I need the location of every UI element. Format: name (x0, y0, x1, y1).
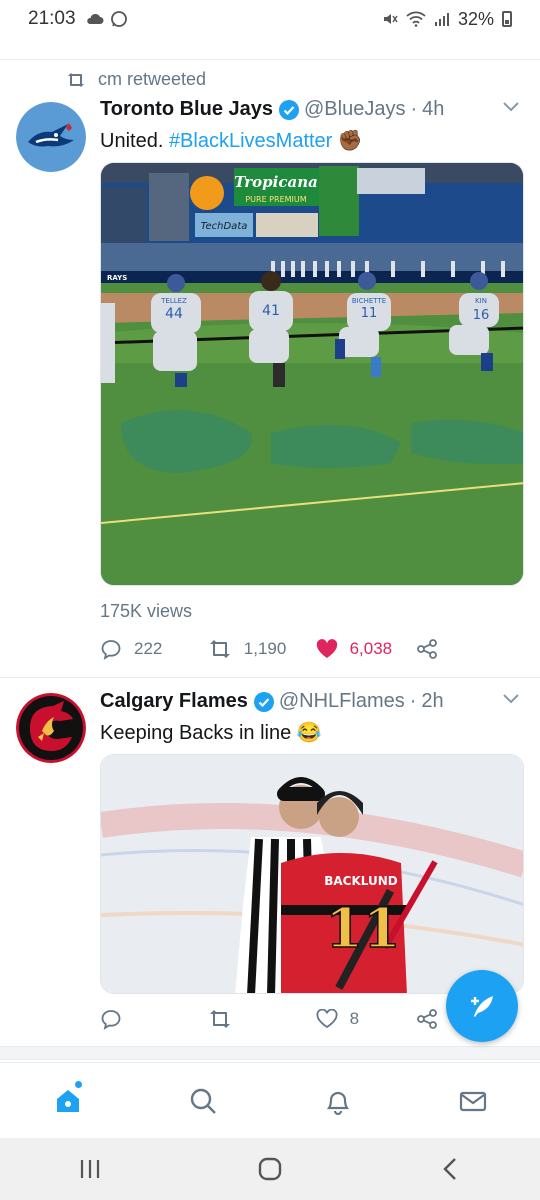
retweet-button[interactable] (208, 1009, 316, 1029)
retweet-icon (209, 1010, 230, 1028)
share-button[interactable] (416, 638, 524, 660)
jersey-number: 16 (473, 308, 490, 323)
chevron-down-icon[interactable] (502, 692, 520, 704)
avatar[interactable] (16, 693, 86, 763)
reply-icon (101, 1010, 121, 1030)
handle[interactable]: @BlueJays (304, 98, 405, 121)
emoji: 😂 (296, 722, 322, 744)
emoji: ✊🏾 (337, 130, 363, 152)
home-icon (56, 1089, 79, 1112)
handle[interactable]: @NHLFlames (279, 690, 405, 713)
system-home-icon (258, 1157, 282, 1181)
tweet-actions: 222 1,190 6,038 (100, 638, 524, 660)
reply-button[interactable] (100, 1008, 208, 1030)
new-tweets-dot (74, 1080, 82, 1088)
baseball-field-image: Tropicana PURE PREMIUM TechData RAYS 44 … (101, 163, 523, 585)
reply-button[interactable]: 222 (100, 638, 208, 660)
search-icon (190, 1088, 216, 1114)
retweet-label: cm retweeted (98, 69, 207, 89)
bottom-navigation (0, 1062, 540, 1138)
player-number-text: 11 (325, 896, 400, 960)
nav-notifications[interactable] (308, 1071, 368, 1131)
jersey-number: 44 (165, 306, 183, 322)
pure-premium-sign: PURE PREMIUM (245, 195, 306, 204)
battery-icon (502, 11, 512, 27)
status-bar: 21:03 32% (0, 0, 540, 38)
cloud-icon (86, 13, 104, 24)
verified-badge-icon (278, 99, 300, 121)
jersey-name: BICHETTE (352, 297, 386, 305)
previous-tweet-edge (0, 38, 540, 60)
system-home-button[interactable] (235, 1144, 305, 1194)
hockey-referee-image: BACKLUND 11 (101, 755, 523, 993)
chevron-down-icon[interactable] (502, 100, 520, 112)
tweet-media-image[interactable]: BACKLUND 11 (100, 754, 524, 994)
whatsapp-icon (110, 11, 127, 27)
like-count: 6,038 (349, 639, 393, 658)
hashtag-link[interactable]: #BlackLivesMatter (169, 130, 332, 152)
share-icon (417, 639, 438, 659)
verified-badge-icon (253, 691, 275, 713)
avatar[interactable] (16, 102, 86, 172)
system-navigation (0, 1138, 540, 1200)
separator-dot: · (410, 98, 418, 120)
tweet-header: Calgary Flames @NHLFlames · 2h (100, 690, 524, 713)
nav-search[interactable] (173, 1071, 233, 1131)
mute-icon (383, 14, 398, 24)
notifications-icon (326, 1091, 349, 1115)
tweet-text-main: United. (100, 130, 169, 152)
view-count: 175K views (100, 601, 193, 621)
like-button[interactable]: 8 (316, 1009, 417, 1029)
tweet-text: United. #BlackLivesMatter ✊🏾 (100, 128, 524, 154)
signal-icon (434, 13, 449, 26)
status-time: 21:03 (28, 8, 76, 29)
jersey-name: TELLEZ (160, 297, 187, 305)
feed-divider (0, 1046, 540, 1060)
reply-icon (101, 640, 121, 660)
display-name[interactable]: Toronto Blue Jays (100, 98, 273, 121)
retweet-icon (209, 640, 230, 658)
reply-count: 222 (134, 639, 163, 658)
heart-icon (316, 1009, 338, 1029)
jersey-number: 11 (361, 306, 378, 321)
recents-button[interactable] (55, 1144, 125, 1194)
blue-jays-logo (16, 102, 86, 172)
like-button[interactable]: 6,038 (316, 639, 417, 659)
techdata-sign: TechData (201, 221, 248, 232)
share-icon (417, 1009, 438, 1029)
tweet-body: Toronto Blue Jays @BlueJays · 4h United.… (100, 98, 524, 154)
nav-messages[interactable] (443, 1071, 503, 1131)
tweet-text-main: Keeping Backs in line (100, 722, 297, 744)
battery-percent: 32% (457, 8, 494, 29)
jersey-number: 41 (262, 303, 280, 319)
tweet-header: Toronto Blue Jays @BlueJays · 4h (100, 98, 524, 121)
tropicana-sign: Tropicana (234, 173, 318, 191)
back-button[interactable] (415, 1144, 485, 1194)
player-name-text: BACKLUND (324, 874, 398, 888)
jersey-name: KIN (475, 297, 487, 305)
retweet-count: 1,190 (243, 639, 287, 658)
display-name[interactable]: Calgary Flames (100, 690, 248, 713)
rays-sign: RAYS (107, 274, 127, 282)
messages-icon (459, 1091, 486, 1111)
separator-dot: · (409, 690, 417, 712)
heart-filled-icon (316, 639, 337, 658)
back-icon (443, 1158, 456, 1180)
tweet-text: Keeping Backs in line 😂 (100, 720, 524, 746)
nav-home[interactable] (38, 1071, 98, 1131)
retweet-context: cm retweeted (66, 69, 206, 90)
like-count: 8 (349, 1009, 360, 1028)
compose-tweet-button[interactable] (446, 970, 518, 1042)
wifi-icon (406, 11, 426, 27)
retweet-button[interactable]: 1,190 (208, 639, 316, 659)
compose-feather-icon (471, 996, 493, 1017)
tweet-media-video[interactable]: Tropicana PURE PREMIUM TechData RAYS 44 … (100, 162, 524, 586)
retweet-small-icon (68, 72, 84, 87)
tweet[interactable]: cm retweeted Toronto Blue Jays @BlueJays… (0, 60, 540, 678)
recents-icon (80, 1160, 100, 1178)
tweet-body: Calgary Flames @NHLFlames · 2h Keeping B… (100, 690, 524, 746)
tweet-age: 4h (422, 98, 445, 120)
tweet-age: 2h (421, 690, 444, 712)
calgary-flames-logo (16, 693, 86, 763)
